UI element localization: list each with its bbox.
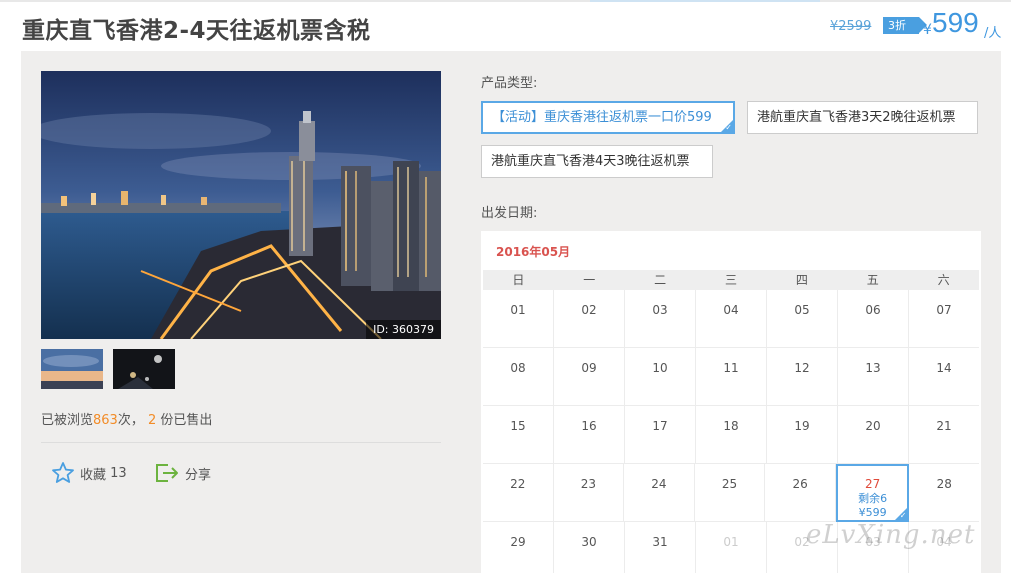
- site-watermark: eLvXing.net: [806, 520, 976, 550]
- sunset-skyline-thumbnail: [41, 349, 103, 389]
- calendar-day[interactable]: 26: [765, 464, 836, 522]
- product-option-2[interactable]: 港航重庆直飞香港3天2晚往返机票: [747, 101, 978, 134]
- discount-badge: 3折: [883, 17, 927, 34]
- checkmark-icon: ✓: [725, 123, 732, 132]
- departure-date-label: 出发日期:: [481, 206, 538, 221]
- calendar-day[interactable]: 22: [483, 464, 554, 522]
- calendar-month: 2016年05月: [496, 245, 571, 259]
- calendar-week: 01 02 03 04 05 06 07: [483, 290, 979, 348]
- calendar-day[interactable]: 13: [838, 348, 909, 406]
- calendar-day[interactable]: 24: [624, 464, 695, 522]
- views-prefix: 已被浏览: [41, 413, 94, 428]
- calendar-day[interactable]: 19: [767, 406, 838, 464]
- calendar-day[interactable]: 03: [625, 290, 696, 348]
- favorite-label: 收藏: [80, 467, 107, 483]
- image-id-label: ID: 360379: [366, 320, 441, 339]
- calendar-day[interactable]: 06: [838, 290, 909, 348]
- calendar-day[interactable]: 07: [909, 290, 979, 348]
- product-option-label: 港航重庆直飞香港4天3晚往返机票: [491, 154, 690, 169]
- product-option-label: 【活动】重庆香港往返机票一口价599: [492, 110, 712, 125]
- calendar-day[interactable]: 30: [554, 522, 625, 573]
- calendar-day-selected[interactable]: 27 剩余6 ¥599 ✓: [835, 464, 910, 522]
- weekday-mon: 一: [583, 273, 596, 287]
- calendar-day[interactable]: 16: [554, 406, 625, 464]
- calendar-day[interactable]: 15: [483, 406, 554, 464]
- weekday-sat: 六: [937, 273, 950, 287]
- calendar-day[interactable]: 18: [696, 406, 767, 464]
- calendar-day[interactable]: 12: [767, 348, 838, 406]
- calendar-day[interactable]: 21: [909, 406, 979, 464]
- product-option-label: 港航重庆直飞香港3天2晚往返机票: [757, 110, 956, 125]
- views-count: 863: [93, 413, 118, 428]
- calendar-day[interactable]: 29: [483, 522, 554, 573]
- calendar-day[interactable]: 23: [553, 464, 625, 522]
- favorite-button[interactable]: 收藏 13: [51, 460, 127, 486]
- share-icon: [156, 464, 178, 482]
- calendar-day[interactable]: 09: [554, 348, 625, 406]
- sold-suffix: 份已售出: [160, 413, 213, 428]
- calendar-day[interactable]: 11: [696, 348, 767, 406]
- thumbnail-2[interactable]: [113, 349, 175, 389]
- checkmark-icon: ✓: [899, 511, 907, 520]
- disneyland-night-thumbnail: [113, 349, 175, 389]
- calendar-day[interactable]: 31: [625, 522, 696, 573]
- price-unit: /人: [984, 26, 1002, 41]
- original-price: ¥2599: [830, 19, 872, 34]
- sold-count: 2: [148, 413, 157, 428]
- product-title: 重庆直飞香港2-4天往返机票含税: [22, 18, 371, 44]
- calendar-week: 22 23 24 25 26 27 剩余6 ¥599 ✓ 28: [483, 464, 980, 522]
- product-option-3[interactable]: 港航重庆直飞香港4天3晚往返机票: [481, 145, 713, 178]
- share-label: 分享: [185, 467, 212, 483]
- price-currency: ¥: [923, 22, 932, 38]
- remaining-seats: 剩余6: [858, 492, 888, 505]
- share-button[interactable]: 分享: [154, 460, 211, 486]
- calendar-day[interactable]: 08: [483, 348, 554, 406]
- calendar-day[interactable]: 20: [838, 406, 909, 464]
- main-product-image[interactable]: ID: 360379: [41, 71, 441, 339]
- current-price: 599: [932, 7, 979, 38]
- calendar-day[interactable]: 25: [694, 464, 766, 522]
- weekday-fri: 五: [866, 273, 879, 287]
- calendar-day[interactable]: 17: [625, 406, 696, 464]
- calendar-week: 15 16 17 18 19 20 21: [483, 406, 979, 464]
- weekday-sun: 日: [512, 273, 525, 287]
- stats-divider: [41, 442, 441, 443]
- weekday-tue: 二: [654, 273, 667, 287]
- product-option-1[interactable]: 【活动】重庆香港往返机票一口价599 ✓: [481, 101, 735, 134]
- views-suffix: 次，: [117, 413, 144, 428]
- calendar-day[interactable]: 04: [696, 290, 767, 348]
- calendar-day[interactable]: 14: [909, 348, 979, 406]
- hong-kong-skyline-image: [41, 71, 441, 339]
- calendar-day[interactable]: 28: [909, 464, 980, 522]
- calendar-day-next-month: 01: [696, 522, 767, 573]
- calendar-day[interactable]: 05: [767, 290, 838, 348]
- calendar-day[interactable]: 10: [625, 348, 696, 406]
- selected-day-number: 27: [865, 477, 881, 491]
- calendar-day[interactable]: 01: [483, 290, 554, 348]
- calendar-week: 08 09 10 11 12 13 14: [483, 348, 979, 406]
- weekday-wed: 三: [725, 273, 738, 287]
- calendar-weekdays: 日 一 二 三 四 五 六: [483, 270, 979, 290]
- product-type-label: 产品类型:: [481, 76, 538, 91]
- weekday-thu: 四: [795, 273, 808, 287]
- product-header: 重庆直飞香港2-4天往返机票含税 ¥2599 3折 ¥ 599 /人: [0, 2, 1011, 50]
- star-icon: [52, 462, 74, 483]
- sales-stats: 已被浏览863次， 2 份已售出: [41, 409, 212, 428]
- thumbnail-1[interactable]: [41, 349, 103, 389]
- calendar-day[interactable]: 02: [554, 290, 625, 348]
- favorite-count: 13: [110, 465, 127, 481]
